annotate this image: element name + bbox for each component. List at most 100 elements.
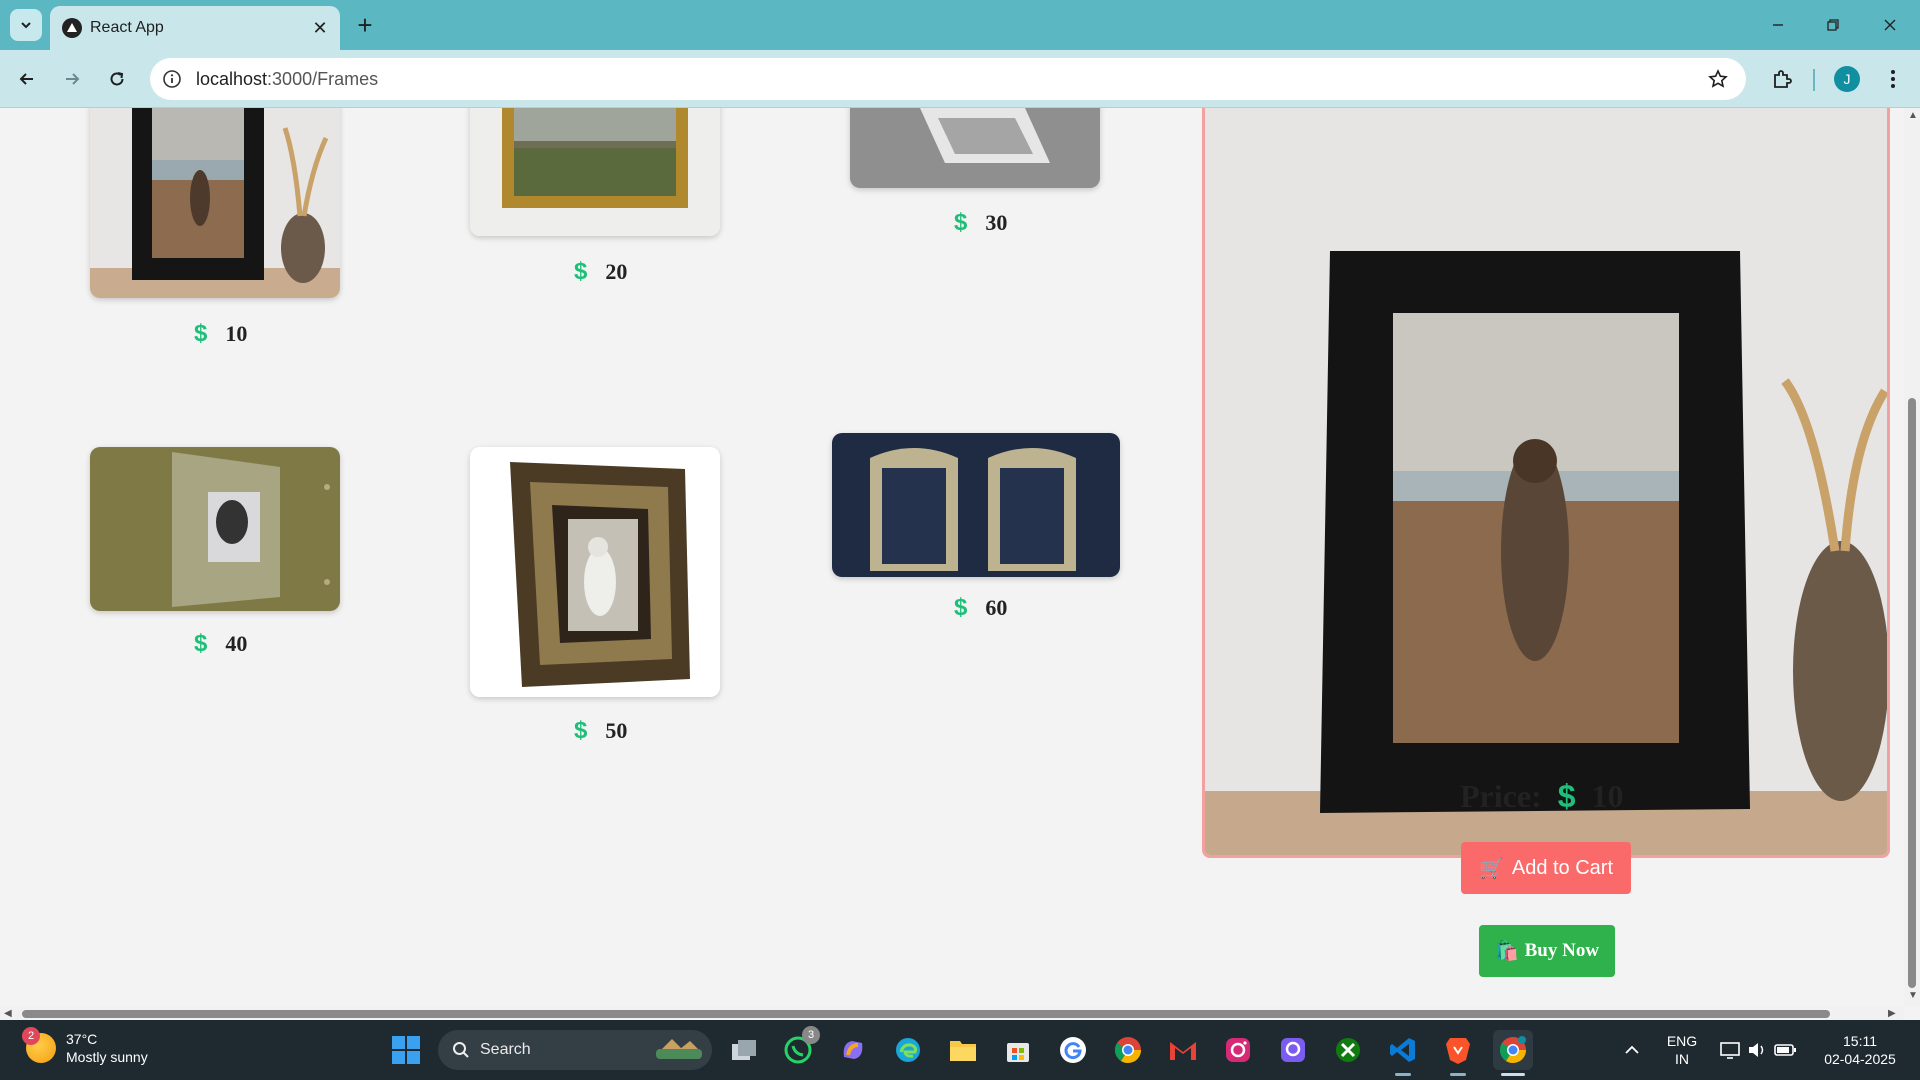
- messenger-button[interactable]: [1273, 1030, 1313, 1070]
- close-window-button[interactable]: [1870, 8, 1910, 42]
- network-volume-battery-icon: [1720, 1042, 1796, 1059]
- temperature: 37°C: [66, 1031, 98, 1047]
- browser-menu-button[interactable]: [1876, 62, 1910, 96]
- arrow-right-icon: [66, 73, 80, 85]
- back-button[interactable]: [10, 62, 44, 96]
- product-image-black-frame-large: [1205, 108, 1887, 855]
- file-explorer-button[interactable]: [943, 1030, 983, 1070]
- restore-icon: [1827, 19, 1839, 31]
- product-thumbnail-2[interactable]: [470, 108, 720, 236]
- running-indicator: [1450, 1073, 1466, 1076]
- page-content: $ 10 $ 20 $ 30 $ 40 $ 50 $ 60 Price: $ 1…: [0, 108, 1904, 1006]
- site-info-icon[interactable]: [160, 67, 184, 91]
- edge-button[interactable]: [888, 1030, 928, 1070]
- reload-button[interactable]: [100, 62, 134, 96]
- active-indicator: [1501, 1073, 1525, 1076]
- arrow-left-icon: [19, 73, 33, 85]
- vscode-button[interactable]: [1383, 1030, 1423, 1076]
- google-icon: [1060, 1037, 1086, 1063]
- language-indicator[interactable]: ENG IN: [1662, 1032, 1702, 1068]
- product-image-black-frame: [90, 108, 340, 298]
- weather-widget[interactable]: 2 37°C Mostly sunny: [22, 1027, 148, 1066]
- start-button[interactable]: [386, 1030, 426, 1070]
- minimize-button[interactable]: [1758, 8, 1798, 42]
- clock[interactable]: 15:11 02-04-2025: [1810, 1032, 1910, 1068]
- product-thumbnail-5[interactable]: [470, 447, 720, 697]
- gmail-icon: [1170, 1042, 1196, 1060]
- clock-time: 15:11: [1843, 1033, 1877, 1049]
- product-thumbnail-4[interactable]: [90, 447, 340, 611]
- brave-lion-icon: [1446, 1038, 1470, 1064]
- url-text[interactable]: localhost:3000/Frames: [196, 69, 378, 90]
- chevron-up-icon: [1625, 1045, 1639, 1054]
- brave-button[interactable]: [1438, 1030, 1478, 1076]
- product-price-5: $ 50: [574, 717, 627, 745]
- reload-icon: [110, 72, 124, 86]
- browser-toolbar: localhost:3000/Frames J: [0, 50, 1920, 108]
- scroll-up-arrow-icon[interactable]: ▲: [1908, 110, 1918, 121]
- instagram-button[interactable]: [1218, 1030, 1258, 1070]
- dollar-icon: $: [194, 320, 208, 347]
- task-view-button[interactable]: [724, 1030, 764, 1070]
- hidden-icons-button[interactable]: [1612, 1030, 1652, 1070]
- vertical-scroll-thumb[interactable]: [1908, 398, 1916, 988]
- avatar: J: [1834, 66, 1860, 92]
- restore-button[interactable]: [1813, 8, 1853, 42]
- scroll-right-arrow-icon[interactable]: ▶: [1888, 1008, 1896, 1019]
- running-indicator: [1395, 1073, 1411, 1076]
- selected-product-price: Price: $ 10: [1460, 778, 1624, 815]
- folder-icon: [950, 1041, 976, 1061]
- scroll-down-arrow-icon[interactable]: ▼: [1908, 990, 1918, 1001]
- whatsapp-button[interactable]: 3: [778, 1026, 820, 1070]
- close-icon: [1884, 19, 1896, 31]
- product-thumbnail-3[interactable]: [850, 108, 1100, 188]
- forward-button[interactable]: [55, 62, 89, 96]
- url-path: :3000/Frames: [267, 69, 379, 89]
- copilot-button[interactable]: [833, 1030, 873, 1070]
- gmail-button[interactable]: [1163, 1030, 1203, 1070]
- product-price-value: 30: [985, 210, 1008, 235]
- profile-button[interactable]: J: [1830, 62, 1864, 96]
- scroll-left-arrow-icon[interactable]: ◀: [4, 1008, 12, 1019]
- selected-product-image: [1202, 108, 1890, 858]
- system-tray[interactable]: [1714, 1030, 1804, 1070]
- chat-app-icon: [1281, 1038, 1305, 1062]
- add-to-cart-button[interactable]: 🛒 Add to Cart: [1461, 842, 1631, 894]
- extensions-button[interactable]: [1765, 62, 1799, 96]
- close-tab-icon[interactable]: ✕: [308, 16, 332, 40]
- copilot-icon: [843, 1041, 863, 1059]
- product-price-value: 50: [605, 718, 628, 743]
- product-thumbnail-1[interactable]: [90, 108, 340, 298]
- browser-tab-bar: React App ✕ +: [0, 0, 1920, 50]
- url-host: localhost: [196, 69, 268, 89]
- task-view-icon: [732, 1040, 756, 1060]
- shopping-bags-icon: 🛍️: [1494, 941, 1519, 962]
- microsoft-store-button[interactable]: [998, 1030, 1038, 1070]
- tab-search-button[interactable]: [10, 9, 42, 41]
- add-to-cart-label: Add to Cart: [1511, 856, 1614, 879]
- product-price-value: 10: [225, 321, 248, 346]
- price-label: Price:: [1460, 778, 1542, 814]
- product-price-value: 20: [605, 259, 628, 284]
- tab-react-app[interactable]: React App ✕: [50, 6, 340, 50]
- product-thumbnail-6[interactable]: [832, 433, 1120, 577]
- taskbar-search[interactable]: Search: [438, 1030, 712, 1070]
- buy-now-button[interactable]: 🛍️ Buy Now: [1479, 925, 1615, 977]
- buy-now-label: Buy Now: [1524, 940, 1600, 961]
- chrome-button[interactable]: [1108, 1030, 1148, 1070]
- address-bar[interactable]: localhost:3000/Frames: [150, 58, 1746, 100]
- horizontal-scroll-thumb[interactable]: [22, 1010, 1830, 1018]
- product-price-4: $ 40: [194, 630, 247, 658]
- minimize-icon: [1773, 24, 1783, 26]
- windows-logo-icon: [392, 1036, 420, 1064]
- vertical-scrollbar[interactable]: ▲ ▼: [1904, 108, 1920, 1006]
- dollar-icon: $: [954, 594, 968, 621]
- edge-icon: [896, 1038, 920, 1062]
- sun-icon: 2: [22, 1027, 56, 1063]
- chrome-active-button[interactable]: [1493, 1030, 1533, 1076]
- dollar-icon: $: [954, 209, 968, 236]
- bookmark-star-icon[interactable]: [1706, 67, 1730, 91]
- new-tab-button[interactable]: +: [350, 10, 380, 40]
- xbox-button[interactable]: [1328, 1030, 1368, 1070]
- google-button[interactable]: [1053, 1030, 1093, 1070]
